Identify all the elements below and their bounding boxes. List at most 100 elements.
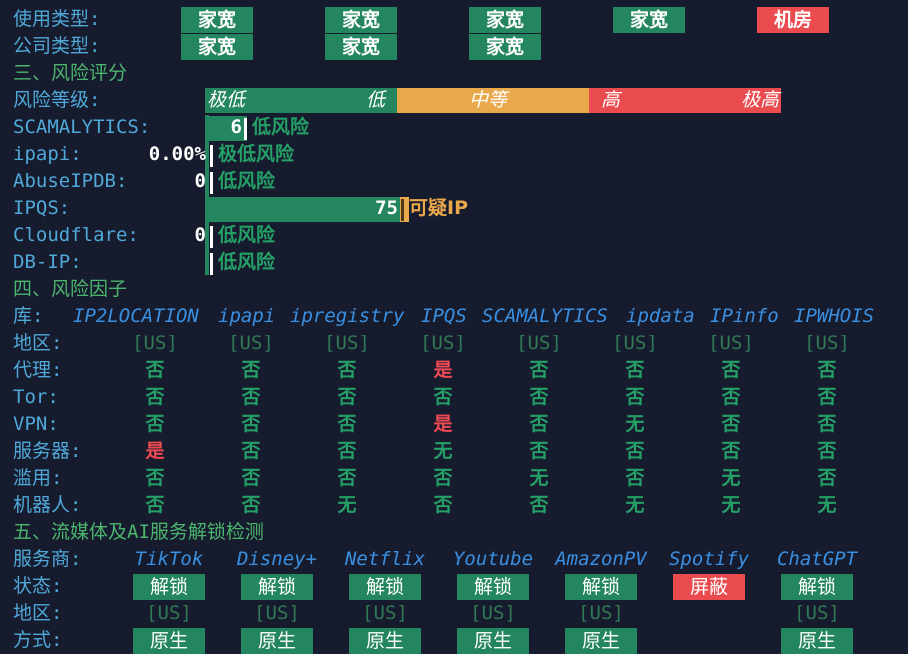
factor-cell: 否 <box>241 467 261 489</box>
risk-text-ipapi: 极低风险 <box>218 143 295 165</box>
factor-cell: 否 <box>529 359 549 381</box>
region-value: [US] <box>362 602 408 624</box>
usage-tag-1: 家宽 <box>181 7 253 33</box>
factor-cell: [US] <box>228 332 274 354</box>
factor-cell: 否 <box>625 440 645 462</box>
factor-cell: 否 <box>337 440 357 462</box>
factor-cell: 否 <box>721 359 741 381</box>
section-risk-factor-title: 四、风险因子 <box>13 278 128 300</box>
factor-cell: [US] <box>612 332 658 354</box>
provider-name: Netflix <box>344 548 426 570</box>
library-ipqs: IPQS <box>421 305 467 327</box>
region-value: [US] <box>470 602 516 624</box>
factor-cell: 否 <box>337 467 357 489</box>
factor-cell: [US] <box>324 332 370 354</box>
factor-cell: 否 <box>241 359 261 381</box>
factor-cell: 否 <box>529 413 549 435</box>
company-type-label: 公司类型: <box>13 35 101 57</box>
factor-cell: 否 <box>145 494 165 516</box>
factor-cell: 是 <box>433 359 453 381</box>
method-tag: 原生 <box>241 628 313 654</box>
company-tag-2: 家宽 <box>325 34 397 60</box>
method-tag: 原生 <box>349 628 421 654</box>
method-tag: 原生 <box>133 628 205 654</box>
score-label-abuseipdb: AbuseIPDB: <box>13 170 128 192</box>
provider-name: Youtube <box>452 548 534 570</box>
factor-cell: [US] <box>708 332 754 354</box>
factor-row-label: 滥用: <box>13 467 63 489</box>
usage-tag-4: 家宽 <box>613 7 685 33</box>
status-tag: 屏蔽 <box>673 574 745 600</box>
score-divider-ipapi <box>210 145 213 167</box>
factor-cell: 否 <box>529 440 549 462</box>
score-label-dbip: DB-IP: <box>13 251 82 273</box>
factor-cell: 否 <box>241 413 261 435</box>
factor-row-label: 服务器: <box>13 440 82 462</box>
factor-cell: 否 <box>241 494 261 516</box>
status-tag: 解锁 <box>781 574 853 600</box>
section-risk-score-title: 三、风险评分 <box>13 62 128 84</box>
factor-cell: 无 <box>721 467 741 489</box>
risk-scale-very-high: 极高 <box>740 89 779 111</box>
provider-name: Spotify <box>668 548 750 570</box>
risk-text-dbip: 低风险 <box>218 251 276 273</box>
factor-cell: 否 <box>625 386 645 408</box>
risk-text-cloudflare: 低风险 <box>218 224 276 246</box>
region-value: [US] <box>146 602 192 624</box>
score-divider-scamalytics <box>244 118 247 140</box>
region-label: 地区: <box>13 602 63 624</box>
factor-cell: 是 <box>433 413 453 435</box>
score-label-ipqs: IPQS: <box>13 197 71 219</box>
method-tag: 原生 <box>457 628 529 654</box>
status-tag: 解锁 <box>457 574 529 600</box>
score-label-cloudflare: Cloudflare: <box>13 224 139 246</box>
method-tag: 原生 <box>781 628 853 654</box>
company-tag-1: 家宽 <box>181 34 253 60</box>
factor-cell: 是 <box>145 440 165 462</box>
risk-scale-medium: 中等 <box>469 89 508 111</box>
usage-tag-3: 家宽 <box>469 7 541 33</box>
status-tag: 解锁 <box>349 574 421 600</box>
factor-cell: 否 <box>721 386 741 408</box>
factor-cell: 否 <box>721 440 741 462</box>
score-value-scamalytics: 6 <box>230 116 242 138</box>
factor-cell: 否 <box>529 494 549 516</box>
status-tag: 解锁 <box>241 574 313 600</box>
library-ipapi: ipapi <box>218 305 276 327</box>
factor-cell: 否 <box>337 359 357 381</box>
factor-cell: 否 <box>433 494 453 516</box>
status-tag: 解锁 <box>565 574 637 600</box>
factor-cell: 否 <box>721 413 741 435</box>
score-value-ipqs: 75 <box>375 197 398 219</box>
factor-cell: 无 <box>337 494 357 516</box>
factor-row-label: VPN: <box>13 413 59 435</box>
factor-cell: 否 <box>145 413 165 435</box>
score-value-ipapi: 0.00% <box>148 143 206 165</box>
usage-tag-5: 机房 <box>757 7 829 33</box>
risk-scale-high: 高 <box>601 89 621 111</box>
provider-label: 服务商: <box>13 548 82 570</box>
method-label: 方式: <box>13 629 63 651</box>
factor-cell: 否 <box>625 359 645 381</box>
factor-cell: 否 <box>241 440 261 462</box>
region-value: [US] <box>254 602 300 624</box>
factor-cell: 否 <box>433 386 453 408</box>
factor-cell: 无 <box>625 494 645 516</box>
library-label: 库: <box>13 305 44 327</box>
status-tag: 解锁 <box>133 574 205 600</box>
factor-cell: [US] <box>420 332 466 354</box>
risk-scale-high-segment: 高 极高 <box>589 88 781 113</box>
factor-cell: 无 <box>721 494 741 516</box>
score-divider-dbip <box>210 253 213 275</box>
factor-cell: 否 <box>433 467 453 489</box>
provider-name: TikTok <box>134 548 204 570</box>
score-divider-ipqs <box>401 199 404 221</box>
library-ipinfo: IPinfo <box>710 305 779 327</box>
factor-cell: 无 <box>625 413 645 435</box>
factor-cell: 否 <box>817 440 837 462</box>
factor-row-label: 代理: <box>13 359 63 381</box>
score-value-cloudflare: 0 <box>194 224 206 246</box>
factor-cell: 否 <box>529 386 549 408</box>
library-ipwhois: IPWHOIS <box>794 305 875 327</box>
factor-cell: 否 <box>817 413 837 435</box>
